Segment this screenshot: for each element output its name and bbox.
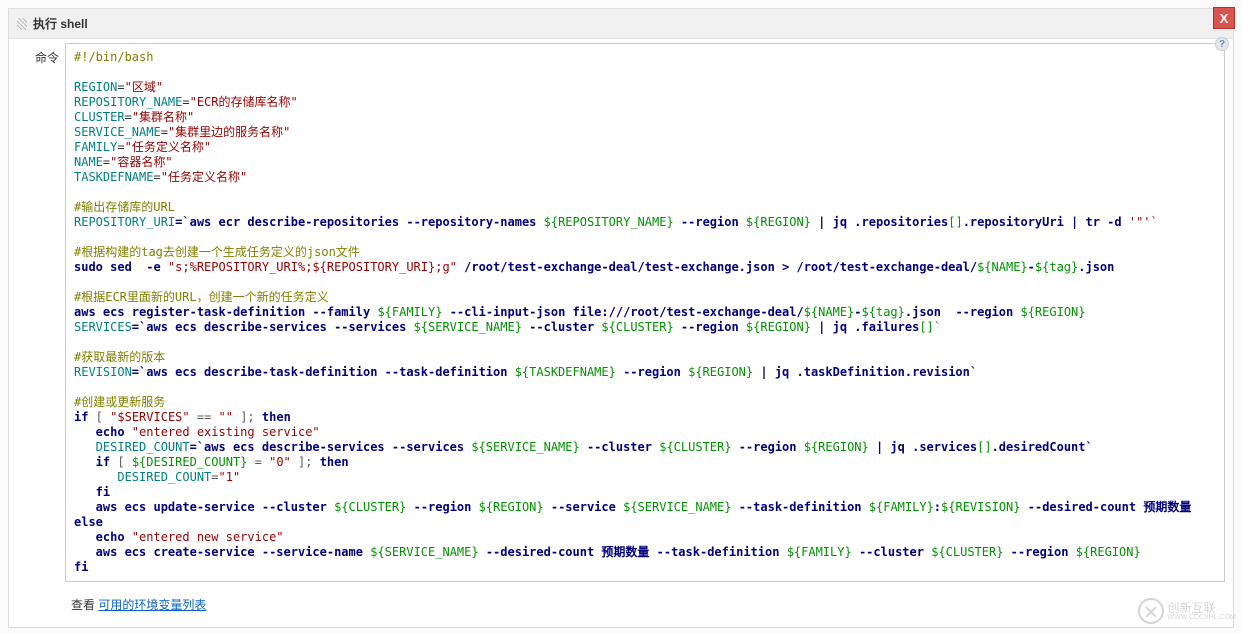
build-step-shell: 执行 shell X ? 命令 #!/bin/bash REGION="区域" … [8, 8, 1234, 628]
section-header[interactable]: 执行 shell X [9, 9, 1233, 39]
drag-handle-icon[interactable] [17, 18, 27, 30]
watermark: 创新互联 WWW.CDCXHL.COM [1138, 598, 1236, 624]
close-icon[interactable]: X [1213, 7, 1235, 29]
env-vars-link[interactable]: 可用的环境变量列表 [98, 598, 206, 612]
env-vars-hint: 查看 可用的环境变量列表 [9, 592, 1233, 627]
command-textarea[interactable]: #!/bin/bash REGION="区域" REPOSITORY_NAME=… [65, 43, 1225, 582]
section-title: 执行 shell [33, 15, 88, 32]
command-row: 命令 #!/bin/bash REGION="区域" REPOSITORY_NA… [9, 39, 1233, 592]
watermark-logo-icon [1138, 598, 1164, 624]
command-label: 命令 [17, 43, 65, 582]
help-icon[interactable]: ? [1215, 37, 1229, 51]
